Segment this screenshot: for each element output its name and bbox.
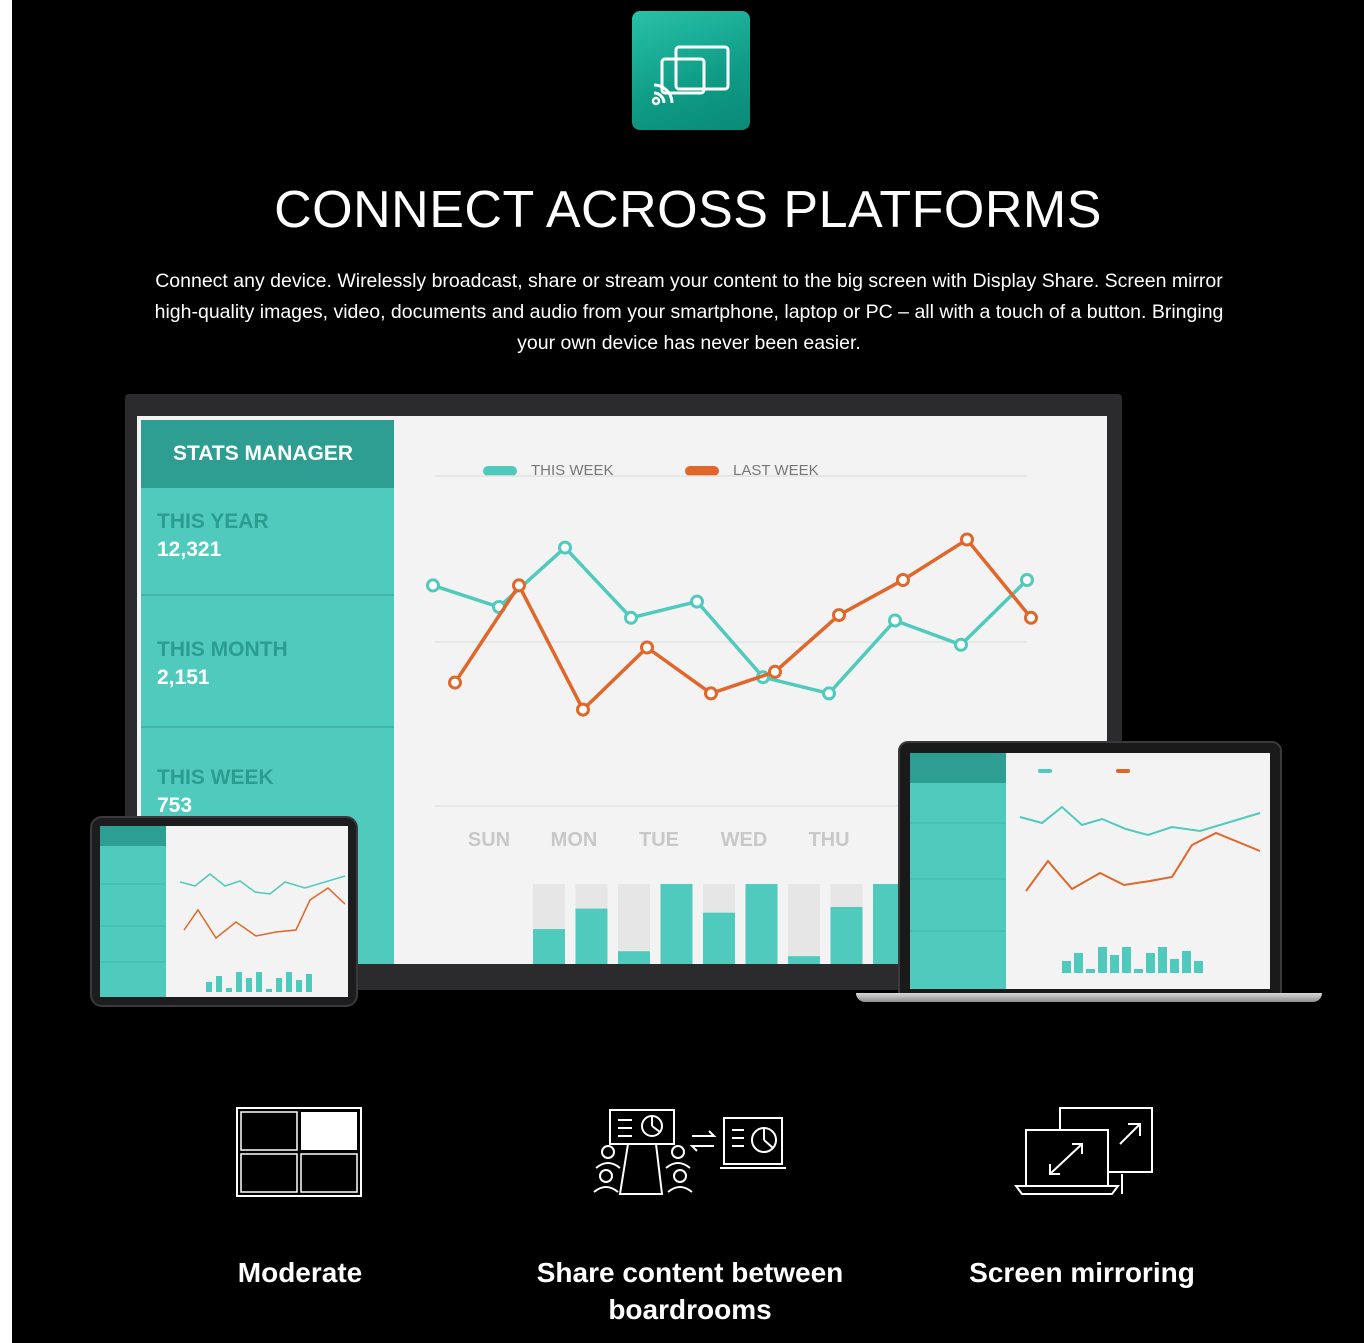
data-point xyxy=(704,686,718,701)
feature-screen-mirroring: Screen mirroring xyxy=(932,1254,1232,1291)
data-point xyxy=(426,578,440,593)
day-label: WED xyxy=(721,829,768,851)
data-point xyxy=(896,573,910,587)
screen-cast-icon xyxy=(651,45,730,106)
bar xyxy=(618,951,650,964)
bar xyxy=(575,908,608,964)
promo-section: CONNECT ACROSS PLATFORMS Connect any dev… xyxy=(12,0,1364,1343)
bar xyxy=(830,906,863,964)
bar-track xyxy=(788,884,820,964)
bar xyxy=(703,912,735,964)
feature-share-content: Share content between boardrooms xyxy=(500,1254,880,1328)
quad-split-screen-icon xyxy=(236,1107,362,1197)
day-label: TUE xyxy=(639,829,679,851)
tablet-screen xyxy=(100,826,348,997)
tablet-device xyxy=(90,816,358,1007)
feature-title: Share content between xyxy=(536,1257,844,1288)
screen-mirroring-icon xyxy=(1014,1107,1153,1195)
data-point xyxy=(640,640,654,655)
mini-dashboard xyxy=(100,826,346,997)
data-point xyxy=(448,675,462,690)
day-label: THU xyxy=(808,829,849,851)
intro-line: high-quality images, video, documents an… xyxy=(154,301,1224,323)
data-point xyxy=(888,613,902,628)
data-point xyxy=(512,578,526,593)
series-line-this-week xyxy=(432,545,1029,696)
data-point xyxy=(1024,610,1038,625)
data-point xyxy=(576,702,590,717)
data-point xyxy=(768,664,782,679)
data-point xyxy=(1020,573,1034,587)
bar xyxy=(745,884,778,964)
data-point xyxy=(558,540,572,555)
day-label: SUN xyxy=(468,829,510,851)
data-point xyxy=(624,610,638,625)
day-label: MON xyxy=(551,829,598,851)
feature-title: boardrooms xyxy=(608,1294,772,1325)
feature-title: Moderate xyxy=(237,1257,363,1288)
feature-moderate: Moderate xyxy=(180,1254,420,1291)
intro-line: your own device has never been easier. xyxy=(517,332,861,354)
app-icon xyxy=(632,11,750,130)
data-point xyxy=(690,594,704,609)
intro-text: Connect any device. Wirelessly broadcast… xyxy=(74,266,1304,359)
data-point xyxy=(822,686,836,701)
mini-dashboard xyxy=(910,753,1261,989)
intro-line: Connect any device. Wirelessly broadcast… xyxy=(155,270,1223,292)
laptop-base xyxy=(856,993,1322,1002)
series-line-last-week xyxy=(453,537,1033,713)
bar xyxy=(788,956,820,964)
bar xyxy=(533,929,565,964)
data-point xyxy=(960,532,974,547)
feature-title: Screen mirroring xyxy=(969,1257,1195,1288)
laptop-device xyxy=(898,741,1282,997)
data-point xyxy=(832,608,846,623)
laptop-screen xyxy=(910,753,1270,989)
page-title: CONNECT ACROSS PLATFORMS xyxy=(274,181,1102,239)
boardroom-share-icon xyxy=(593,1109,786,1195)
data-point xyxy=(954,637,968,652)
bar xyxy=(660,884,693,964)
